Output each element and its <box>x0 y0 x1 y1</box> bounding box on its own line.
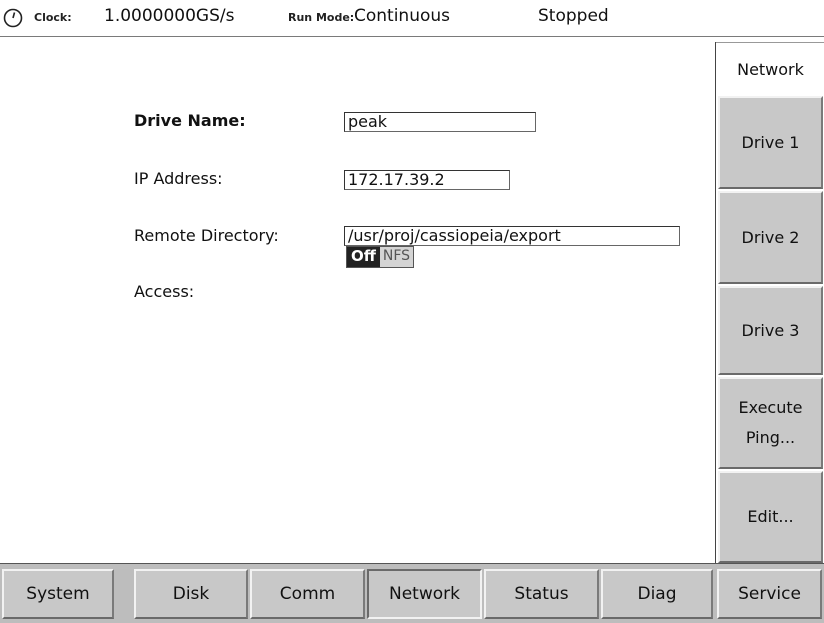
tab-status[interactable]: Status <box>484 569 599 619</box>
drive-2-button[interactable]: Drive 2 <box>718 191 823 284</box>
edit-button[interactable]: Edit... <box>718 471 823 563</box>
execute-ping-line1: Execute <box>738 398 803 417</box>
drive-name-field[interactable]: peak <box>344 112 536 132</box>
ip-address-label: IP Address: <box>134 169 223 188</box>
execute-ping-button[interactable]: Execute Ping... <box>718 377 823 469</box>
tab-comm[interactable]: Comm <box>250 569 365 619</box>
ip-address-field[interactable]: 172.17.39.2 <box>344 170 510 190</box>
drive-1-button-label: Drive 1 <box>741 132 800 152</box>
clock-label: Clock: <box>34 11 72 24</box>
network-drive-form: Drive Name: peak IP Address: 172.17.39.2… <box>0 37 715 563</box>
status-bar: Clock: 1.0000000GS/s Run Mode: Continuou… <box>0 0 824 37</box>
access-toggle[interactable]: Off NFS <box>346 246 415 268</box>
side-menu: Network Drive 1 Drive 2 Drive 3 Execute … <box>715 42 824 563</box>
tab-network[interactable]: Network <box>367 569 482 619</box>
side-menu-header: Network <box>716 42 824 97</box>
run-mode-label: Run Mode: <box>288 11 355 24</box>
remote-directory-label: Remote Directory: <box>134 226 279 245</box>
tab-diag[interactable]: Diag <box>601 569 713 619</box>
clock-icon <box>3 8 23 28</box>
remote-directory-field[interactable]: /usr/proj/cassiopeia/export <box>344 226 680 246</box>
drive-3-button[interactable]: Drive 3 <box>718 286 823 375</box>
tab-disk[interactable]: Disk <box>134 569 248 619</box>
drive-1-button[interactable]: Drive 1 <box>718 96 823 189</box>
drive-3-button-label: Drive 3 <box>741 320 800 340</box>
edit-button-label: Edit... <box>747 507 794 526</box>
tab-service[interactable]: Service <box>717 569 822 619</box>
drive-2-button-label: Drive 2 <box>741 227 800 247</box>
bottom-tab-bar: System Disk Comm Network Status Diag Ser… <box>0 563 824 623</box>
drive-name-label: Drive Name: <box>134 111 246 130</box>
access-label: Access: <box>134 282 195 301</box>
run-state: Stopped <box>538 6 609 26</box>
access-option-off[interactable]: Off <box>347 247 380 267</box>
execute-ping-line2: Ping... <box>745 428 796 447</box>
clock-value: 1.0000000GS/s <box>104 6 235 26</box>
run-mode-value: Continuous <box>354 6 451 26</box>
access-option-nfs[interactable]: NFS <box>379 247 414 267</box>
tab-system[interactable]: System <box>2 569 114 619</box>
